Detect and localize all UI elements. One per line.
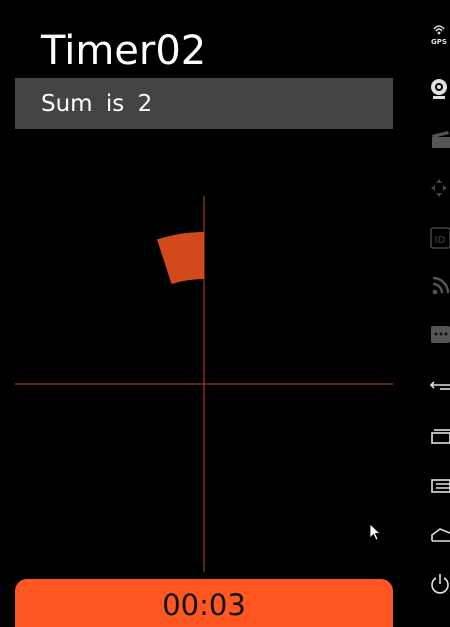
app-screen: Timer02 Sum is 2 00:03 GPS ID: [0, 0, 450, 627]
menu-icon[interactable]: [428, 474, 450, 500]
webcam-icon[interactable]: [428, 76, 450, 102]
home-icon[interactable]: [428, 424, 450, 450]
camera-clapper-icon[interactable]: [428, 126, 450, 152]
rotate-icon[interactable]: [428, 523, 450, 549]
back-icon[interactable]: [428, 373, 450, 399]
id-label: ID: [435, 235, 446, 246]
id-icon[interactable]: ID: [428, 225, 450, 251]
timer-label: 00:03: [162, 588, 246, 622]
more-icon[interactable]: [428, 322, 450, 348]
timer-button[interactable]: 00:03: [15, 579, 393, 627]
progress-sector: [157, 232, 204, 285]
sector-chart: [15, 196, 393, 572]
mouse-cursor-icon: [369, 523, 382, 541]
rss-icon[interactable]: [428, 273, 450, 299]
power-icon[interactable]: [428, 571, 450, 597]
dpad-icon[interactable]: [428, 175, 450, 201]
emulator-side-rail: GPS ID: [428, 0, 450, 627]
gps-label: GPS: [431, 38, 447, 46]
gps-icon[interactable]: GPS: [428, 20, 450, 46]
